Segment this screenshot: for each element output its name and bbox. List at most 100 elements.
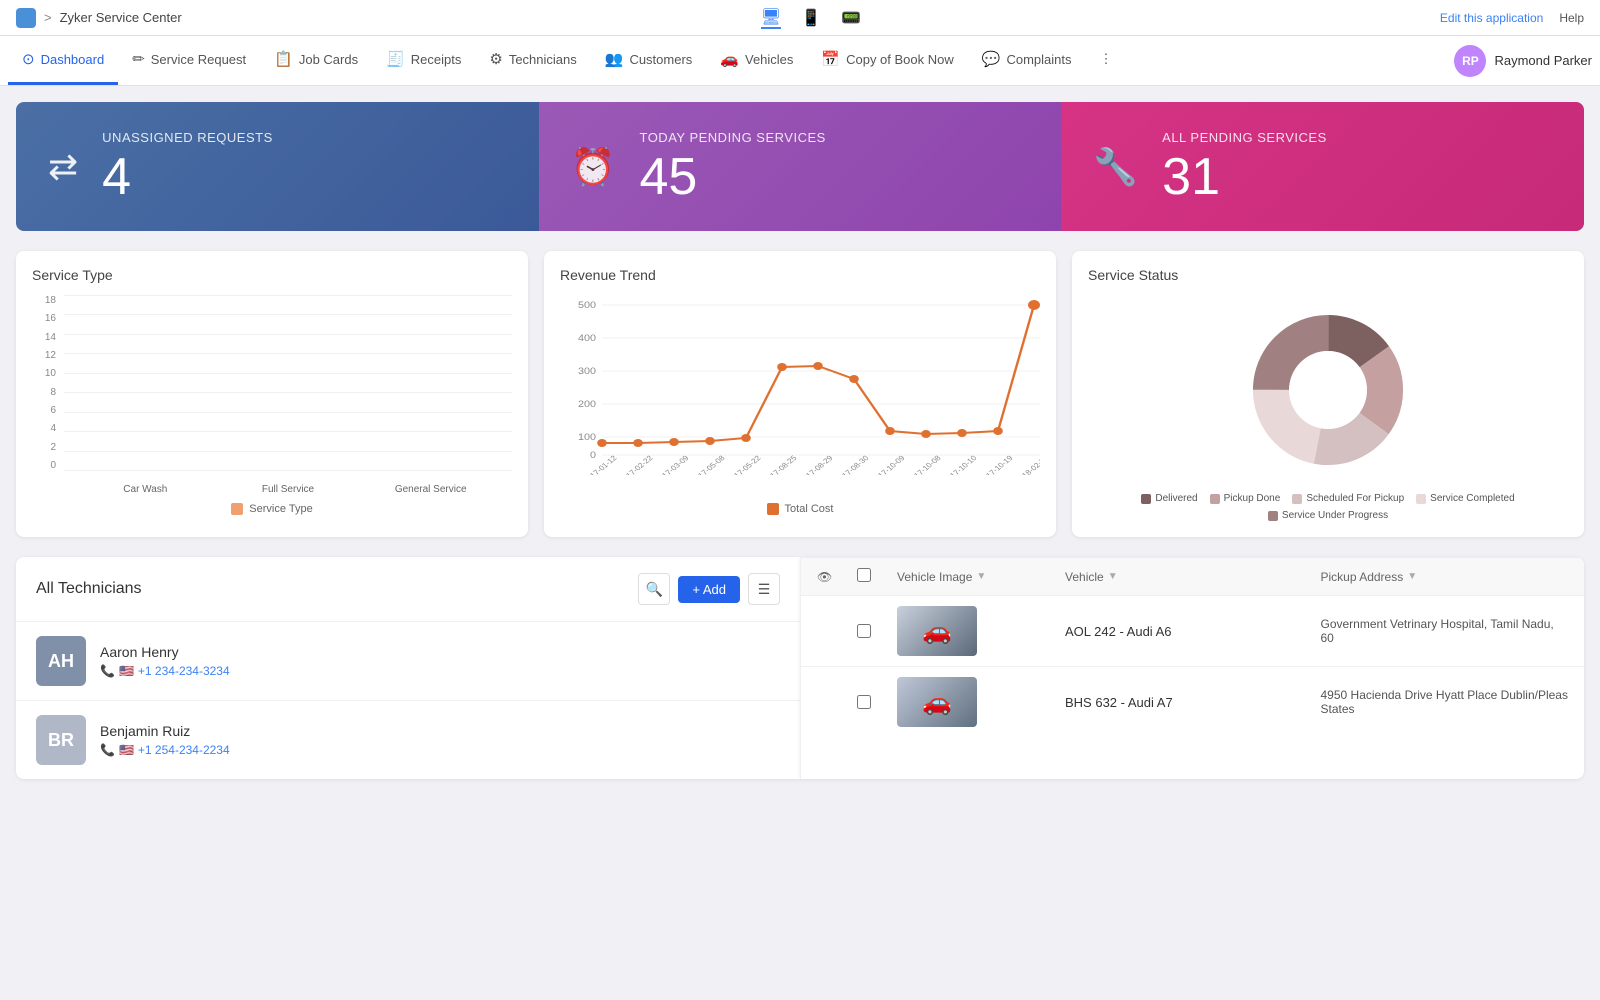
- customers-icon: 👥: [605, 50, 624, 68]
- add-technician-button[interactable]: + Add: [678, 576, 740, 603]
- service-status-chart: Service Status: [1072, 251, 1584, 537]
- filter-button[interactable]: ☰: [748, 573, 780, 605]
- technicians-actions: 🔍 + Add ☰: [638, 573, 780, 605]
- search-button[interactable]: 🔍: [638, 573, 670, 605]
- nav-service-request[interactable]: ✏ Service Request: [118, 36, 260, 85]
- service-type-legend: Service Type: [32, 503, 512, 515]
- col-pickup-address-label: Pickup Address: [1321, 570, 1404, 584]
- svg-text:2017-10-08: 2017-10-08: [905, 454, 942, 475]
- nav-technicians[interactable]: ⚙ Technicians: [475, 36, 590, 85]
- charts-row: Service Type 0 2 4 6 8 10 12 14 16 18: [16, 251, 1584, 537]
- tech-info-aaron: Aaron Henry 📞 🇺🇸 +1 234-234-3234: [100, 644, 230, 678]
- breadcrumb-separator: >: [44, 10, 52, 25]
- donut-container: [1088, 295, 1568, 485]
- svg-text:100: 100: [578, 433, 597, 443]
- vehicles-icon: 🚗: [720, 50, 739, 68]
- technicians-header: All Technicians 🔍 + Add ☰: [16, 557, 800, 621]
- add-technician-label: + Add: [692, 582, 726, 597]
- nav-copy-book-now[interactable]: 📅 Copy of Book Now: [807, 36, 967, 85]
- vehicle-name-2: BHS 632 - Audi A7: [1065, 695, 1313, 710]
- revenue-trend-legend: Total Cost: [560, 503, 1040, 515]
- tech-name-benjamin: Benjamin Ruiz: [100, 723, 230, 739]
- legend-scheduled-pickup: Scheduled For Pickup: [1292, 493, 1404, 504]
- top-bar-right: Edit this application Help: [1440, 11, 1584, 25]
- service-request-icon: ✏: [132, 50, 145, 68]
- nav-complaints-label: Complaints: [1006, 52, 1071, 67]
- vehicle-address-1: Government Vetrinary Hospital, Tamil Nad…: [1321, 617, 1569, 645]
- legend-label-service-completed: Service Completed: [1430, 493, 1514, 504]
- vehicle-thumb-2: 🚗: [897, 677, 977, 727]
- legend-service-progress: Service Under Progress: [1268, 510, 1388, 521]
- col-vehicle[interactable]: Vehicle ▼: [1065, 570, 1313, 584]
- list-item[interactable]: BR Benjamin Ruiz 📞 🇺🇸 +1 254-234-2234: [16, 700, 800, 779]
- today-pending-label: TODAY PENDING SERVICES: [639, 130, 825, 145]
- vehicle-address-2: 4950 Hacienda Drive Hyatt Place Dublin/P…: [1321, 688, 1569, 716]
- dashboard-icon: ⊙: [22, 50, 35, 68]
- stat-cards: ⇄ UNASSIGNED REQUESTS 4 ⏰ TODAY PENDING …: [16, 102, 1584, 231]
- desktop-icon[interactable]: 🖥: [761, 7, 781, 29]
- tech-avatar-benjamin: BR: [36, 715, 86, 765]
- flag-aaron: 🇺🇸: [119, 664, 134, 678]
- unassigned-icon: ⇄: [48, 146, 78, 188]
- today-pending-value: 45: [639, 151, 825, 203]
- receipts-icon: 🧾: [386, 50, 405, 68]
- mobile-icon[interactable]: 📟: [841, 8, 861, 28]
- sort-vehicle-icon: ▼: [1108, 571, 1118, 582]
- svg-text:2017-08-25: 2017-08-25: [761, 454, 798, 475]
- svg-text:2017-02-22: 2017-02-22: [617, 454, 654, 475]
- bottom-row: All Technicians 🔍 + Add ☰ AH Aaron Henry: [16, 557, 1584, 779]
- nav-technicians-label: Technicians: [509, 52, 577, 67]
- bar-label-car-wash: Car Wash: [74, 484, 217, 495]
- nav-job-cards[interactable]: 📋 Job Cards: [260, 36, 372, 85]
- app-name: Zyker Service Center: [60, 10, 182, 25]
- table-header: 👁 Vehicle Image ▼ Vehicle ▼ Pickup Addre…: [801, 557, 1584, 595]
- all-pending-icon: 🔧: [1093, 146, 1138, 188]
- donut-hole: [1289, 351, 1367, 429]
- tablet-icon[interactable]: 📱: [801, 8, 821, 28]
- list-item[interactable]: AH Aaron Henry 📞 🇺🇸 +1 234-234-3234: [16, 621, 800, 700]
- service-type-legend-label: Service Type: [249, 503, 312, 515]
- select-all-checkbox[interactable]: [857, 568, 871, 582]
- user-avatar-wrap[interactable]: RP Raymond Parker: [1454, 45, 1592, 77]
- row-check-2[interactable]: [857, 695, 871, 709]
- service-type-title: Service Type: [32, 267, 512, 283]
- legend-sq-delivered: [1141, 494, 1151, 504]
- nav-more[interactable]: ⋮: [1085, 36, 1126, 85]
- bar-label-general-service: General Service: [359, 484, 502, 495]
- nav-vehicles[interactable]: 🚗 Vehicles: [706, 36, 807, 85]
- svg-text:400: 400: [578, 334, 597, 344]
- bar-label-full-service: Full Service: [217, 484, 360, 495]
- legend-label-delivered: Delivered: [1155, 493, 1197, 504]
- svg-text:2017-05-22: 2017-05-22: [725, 454, 762, 475]
- line-chart-wrap: 0 100 200 300 400 500: [560, 295, 1040, 495]
- user-name: Raymond Parker: [1494, 53, 1592, 68]
- col-vehicle-image[interactable]: Vehicle Image ▼: [897, 570, 1057, 584]
- svg-text:2017-10-10: 2017-10-10: [941, 454, 978, 475]
- y-axis: 0 2 4 6 8 10 12 14 16 18: [32, 295, 60, 471]
- technicians-title: All Technicians: [36, 580, 142, 598]
- app-icon: [16, 8, 36, 28]
- top-bar: > Zyker Service Center 🖥 📱 📟 Edit this a…: [0, 0, 1600, 36]
- nav-receipts[interactable]: 🧾 Receipts: [372, 36, 475, 85]
- legend-delivered: Delivered: [1141, 493, 1197, 504]
- more-icon: ⋮: [1099, 51, 1112, 67]
- row-check-1[interactable]: [857, 624, 871, 638]
- revenue-legend-dot: [767, 503, 779, 515]
- svg-text:2017-10-19: 2017-10-19: [977, 454, 1014, 475]
- nav-customers[interactable]: 👥 Customers: [591, 36, 707, 85]
- tech-info-benjamin: Benjamin Ruiz 📞 🇺🇸 +1 254-234-2234: [100, 723, 230, 757]
- nav-dashboard[interactable]: ⊙ Dashboard: [8, 36, 118, 85]
- nav-complaints[interactable]: 💬 Complaints: [968, 36, 1086, 85]
- all-pending-label: ALL PENDING SERVICES: [1162, 130, 1327, 145]
- col-pickup-address[interactable]: Pickup Address ▼: [1321, 570, 1569, 584]
- help-label[interactable]: Help: [1559, 11, 1584, 25]
- technicians-icon: ⚙: [489, 50, 502, 68]
- svg-text:2018-02-09: 2018-02-09: [1013, 454, 1040, 475]
- revenue-trend-title: Revenue Trend: [560, 267, 1040, 283]
- technicians-panel: All Technicians 🔍 + Add ☰ AH Aaron Henry: [16, 557, 800, 779]
- flag-benjamin: 🇺🇸: [119, 743, 134, 757]
- edit-app-label[interactable]: Edit this application: [1440, 11, 1543, 25]
- legend-label-scheduled-pickup: Scheduled For Pickup: [1306, 493, 1404, 504]
- tech-avatar-aaron: AH: [36, 636, 86, 686]
- line-chart-svg: 0 100 200 300 400 500: [560, 295, 1040, 475]
